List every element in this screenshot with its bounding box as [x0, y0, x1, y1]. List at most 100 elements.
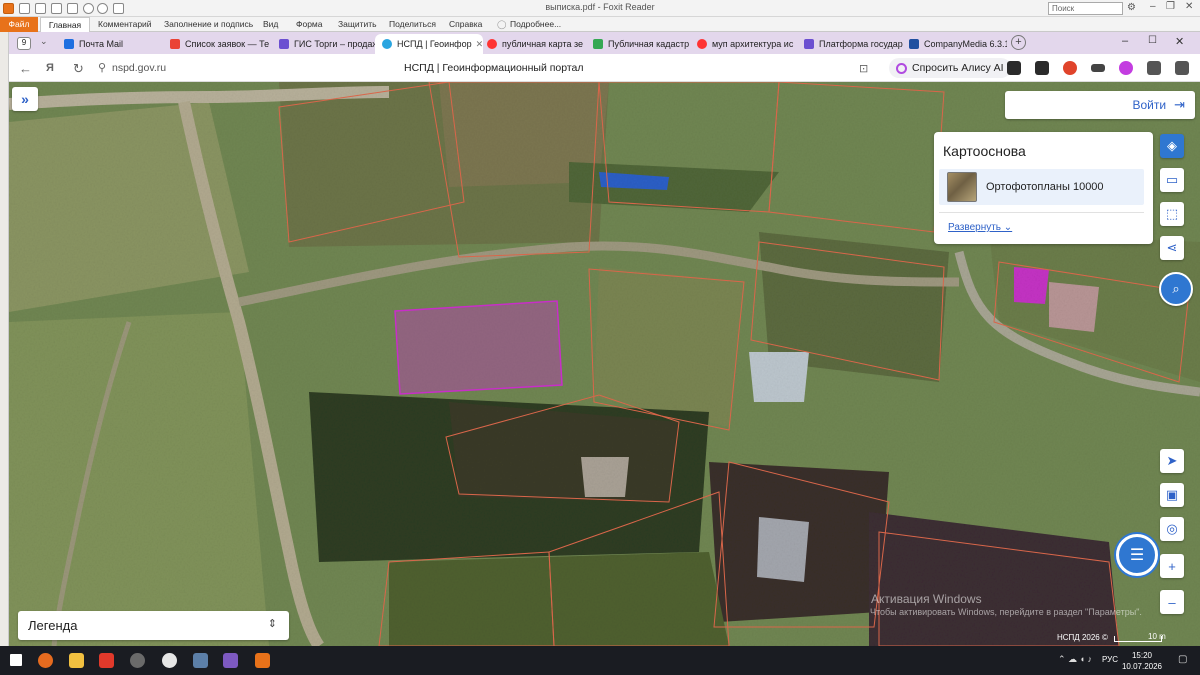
geolocation-icon[interactable]: ◎ — [1160, 517, 1184, 541]
page-title: НСПД | Геоинформационный портал — [404, 62, 584, 74]
menu-fill-sign[interactable]: Заполнение и подпись — [164, 19, 253, 29]
legend-toggle-icon[interactable]: ⇕ — [268, 617, 277, 630]
expand-link[interactable]: Развернуть ⌄ — [948, 222, 1012, 233]
tab-gis-torgi[interactable]: ГИС Торги – продаж — [279, 35, 381, 52]
select-area-icon[interactable]: ⬚ — [1160, 202, 1184, 226]
minimize-icon[interactable]: – — [1150, 1, 1156, 12]
foxit-side-panel — [0, 32, 9, 652]
extension-k2-icon[interactable] — [1035, 61, 1049, 75]
login-button[interactable]: Войти ⇥ — [1005, 91, 1195, 119]
tab-companymedia[interactable]: CompanyMedia 6.3.1 — [909, 35, 1007, 52]
ortho-label: Ортофотопланы 10000 — [986, 181, 1104, 193]
tab-mail[interactable]: Почта Mail — [64, 35, 168, 52]
maximize-icon[interactable]: ❐ — [1166, 1, 1175, 12]
tab-orders[interactable]: Список заявок — Те — [170, 35, 280, 52]
tab-label: Список заявок — Те — [185, 38, 270, 49]
chevron-down-icon[interactable]: ⌄ — [40, 36, 48, 47]
basemap-panel: Картооснова Ортофотопланы 10000 Разверну… — [934, 132, 1153, 244]
yandex-logo-icon[interactable]: Я — [46, 62, 54, 74]
activation-watermark-title: Активация Windows — [871, 592, 982, 606]
extension-cube-icon[interactable] — [1147, 61, 1161, 75]
explorer-icon[interactable] — [69, 653, 84, 668]
close-icon[interactable]: ✕ — [1185, 1, 1193, 12]
clock[interactable]: 15:20 10.07.2026 — [1122, 650, 1162, 672]
close-tab-icon[interactable]: ✕ — [476, 39, 483, 50]
extension-circle-icon[interactable] — [1119, 61, 1133, 75]
firefox-icon[interactable] — [38, 653, 53, 668]
foxit-title-bar: выписка.pdf - Foxit Reader Поиск ⚙ – ❐ ✕ — [0, 0, 1200, 17]
tab-gov-platform[interactable]: Платформа государ — [804, 35, 908, 52]
chat-icon[interactable]: ☰ — [1116, 534, 1158, 576]
login-label: Войти — [1132, 98, 1167, 112]
lightbulb-icon: ◯ — [497, 19, 507, 29]
tab-public-map[interactable]: публичная карта зе — [487, 35, 587, 52]
calendar-app-icon[interactable] — [223, 653, 238, 668]
menu-protect[interactable]: Защитить — [338, 19, 377, 29]
settings-icon[interactable]: ⚙ — [1127, 2, 1136, 13]
extension-k-icon[interactable] — [1007, 61, 1021, 75]
notifications-icon[interactable]: ▢ — [1178, 654, 1187, 665]
yandex-app-icon[interactable] — [99, 653, 114, 668]
share-icon[interactable]: ⋖ — [1160, 236, 1184, 260]
input-language[interactable]: РУС — [1102, 655, 1118, 664]
tab-label: Почта Mail — [79, 38, 123, 49]
map-copyright: НСПД 2026 © — [1057, 633, 1108, 642]
ruler-icon[interactable]: ▭ — [1160, 168, 1184, 192]
menu-view[interactable]: Вид — [263, 19, 278, 29]
login-arrow-icon: ⇥ — [1174, 97, 1185, 112]
tab-label: публичная карта зе — [502, 38, 584, 49]
tab-label: CompanyMedia 6.3.1 — [924, 38, 1007, 49]
selected-parcel[interactable] — [394, 300, 563, 395]
menu-help[interactable]: Справка — [449, 19, 482, 29]
ask-alice-button[interactable]: Спросить Алису AI — [889, 58, 1011, 78]
reload-icon[interactable]: ↻ — [73, 61, 84, 77]
extension-red-icon[interactable] — [1063, 61, 1077, 75]
yandex-browser-icon[interactable] — [162, 653, 177, 668]
extension-hat-icon[interactable] — [1091, 64, 1105, 72]
tab-nspd[interactable]: НСПД | Геоинфор ✕ — [375, 34, 483, 54]
cadastral-favicon-icon — [593, 38, 603, 49]
foxit-taskbar-icon[interactable] — [255, 653, 270, 668]
navigate-icon[interactable]: ➤ — [1160, 449, 1184, 473]
app-doc-icon[interactable] — [193, 653, 208, 668]
search-location-icon[interactable]: ⌕ — [1159, 272, 1193, 306]
system-tray-icons[interactable]: ⌃ ☁ ◖ ♪ — [1058, 654, 1092, 665]
bookmark-icon[interactable]: ⊡ — [859, 62, 868, 75]
new-tab-button[interactable]: + — [1011, 35, 1026, 50]
gov-favicon-icon — [804, 38, 814, 49]
menu-comment[interactable]: Комментарий — [98, 19, 152, 29]
tab-label: Платформа государ — [819, 38, 903, 49]
ortho-layer-option[interactable]: Ортофотопланы 10000 — [939, 169, 1144, 205]
site-info-icon[interactable]: ⚲ — [98, 61, 106, 74]
foxit-search-input[interactable]: Поиск — [1048, 2, 1123, 15]
picture-in-picture-icon[interactable]: ▣ — [1160, 483, 1184, 507]
expand-panel-button[interactable]: » — [12, 87, 38, 111]
menu-form[interactable]: Форма — [296, 19, 323, 29]
extension-download-icon[interactable] — [1175, 61, 1189, 75]
tab-counter[interactable]: 9 — [17, 37, 31, 50]
url-field[interactable]: nspd.gov.ru — [112, 62, 166, 74]
legend-panel[interactable]: Легенда ⇕ — [18, 611, 289, 640]
map-view[interactable]: » Войти ⇥ Картооснова Ортофотопланы 1000… — [9, 82, 1200, 646]
minimize-window-icon[interactable]: – — [1122, 35, 1128, 47]
zoom-in-button[interactable]: + — [1160, 554, 1184, 578]
menu-share[interactable]: Поделиться — [389, 19, 436, 29]
alice-label: Спросить Алису AI — [912, 62, 1004, 74]
tab-cadastral[interactable]: Публичная кадастр — [593, 35, 693, 52]
app-c-icon[interactable] — [130, 653, 145, 668]
close-window-icon[interactable]: ✕ — [1175, 35, 1184, 48]
menu-more[interactable]: Подробнее... — [510, 19, 561, 29]
layers-icon[interactable]: ◈ — [1160, 134, 1184, 158]
legend-label: Легенда — [28, 618, 78, 633]
home-tab[interactable]: Главная — [40, 17, 90, 32]
maximize-window-icon[interactable]: ☐ — [1148, 35, 1157, 46]
windows-start-icon[interactable] — [10, 654, 22, 666]
expand-label: Развернуть — [948, 222, 1002, 233]
back-icon[interactable]: ← — [19, 61, 32, 76]
window-title: выписка.pdf - Foxit Reader — [545, 2, 655, 12]
gmail-favicon-icon — [170, 38, 180, 49]
zoom-out-button[interactable]: – — [1160, 590, 1184, 614]
scale-label: 10 m — [1148, 632, 1166, 641]
tab-architecture[interactable]: муп архитектура ис — [697, 35, 801, 52]
file-tab[interactable]: Файл — [0, 17, 38, 32]
